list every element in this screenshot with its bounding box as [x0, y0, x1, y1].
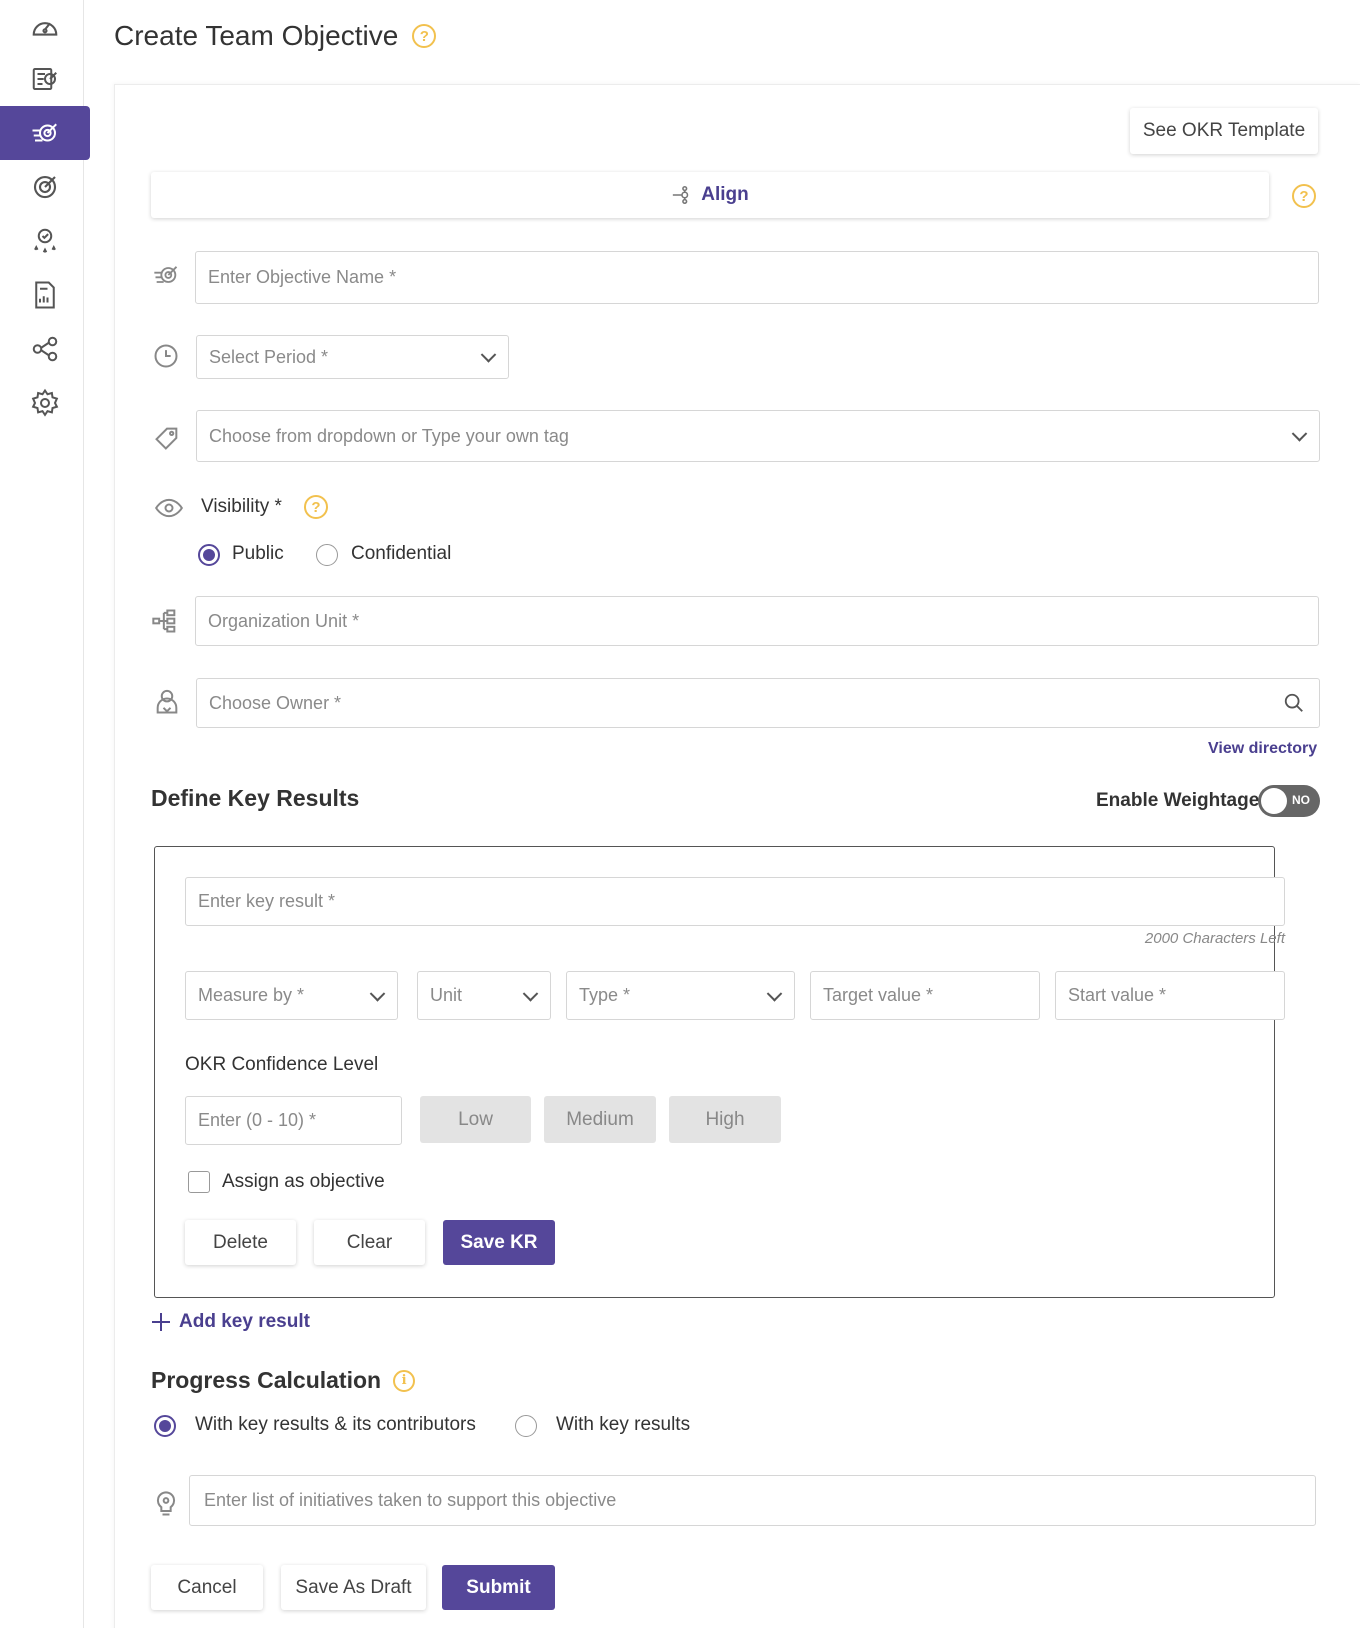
confidence-medium-button[interactable]: Medium [544, 1096, 656, 1143]
chevron-down-icon [369, 985, 386, 1002]
nav-target[interactable] [0, 160, 90, 214]
weightage-toggle[interactable]: NO [1258, 785, 1320, 817]
team-objective-icon [154, 266, 178, 283]
assign-objective-label: Assign as objective [222, 1171, 385, 1192]
period-row-icon [150, 340, 182, 372]
align-button[interactable]: Align [151, 172, 1269, 218]
chevron-down-icon [766, 985, 783, 1002]
see-okr-template-button[interactable]: See OKR Template [1130, 108, 1318, 154]
visibility-row-icon [153, 492, 185, 524]
save-draft-button[interactable]: Save As Draft [281, 1565, 426, 1610]
progress-kr-only-radio[interactable] [515, 1415, 537, 1437]
page-title-text: Create Team Objective [114, 20, 399, 51]
chevron-down-icon [1291, 426, 1308, 442]
help-icon[interactable]: ? [412, 24, 437, 48]
confidence-label: OKR Confidence Level [185, 1054, 379, 1075]
delete-kr-button[interactable]: Delete [185, 1220, 296, 1265]
badge-icon [34, 228, 56, 253]
tag-row-icon [151, 422, 183, 454]
visibility-confidential-radio[interactable] [316, 544, 338, 566]
characters-left: 2000 Characters Left [1144, 930, 1285, 947]
add-key-result-label: Add key result [179, 1311, 310, 1332]
org-tree-icon [152, 609, 176, 633]
clock-icon [154, 344, 178, 368]
progress-heading: Progress Calculation [151, 1367, 382, 1393]
objective-row-icon [150, 259, 182, 291]
key-result-input[interactable]: Enter key result * [185, 877, 1285, 926]
measure-by-select[interactable]: Measure by * [185, 971, 398, 1020]
unit-value: Unit [430, 985, 463, 1005]
org-unit-row-icon [149, 605, 181, 637]
add-key-result-link[interactable]: Add key result [151, 1311, 310, 1333]
save-kr-button[interactable]: Save KR [443, 1220, 555, 1265]
share-nodes-icon [32, 336, 58, 362]
align-help-icon[interactable]: ? [1292, 184, 1316, 208]
unit-select[interactable]: Unit [417, 971, 551, 1020]
nav-reports[interactable] [0, 268, 90, 322]
report-icon [35, 281, 55, 309]
target-icon [33, 175, 57, 199]
weightage-label: Enable Weightage [1096, 790, 1260, 811]
nav-objectives[interactable] [0, 52, 90, 106]
tag-select[interactable]: Choose from dropdown or Type your own ta… [196, 410, 1320, 462]
gear-icon [31, 388, 59, 417]
search-icon[interactable] [1283, 692, 1305, 714]
period-select-value: Select Period * [209, 346, 329, 367]
team-objective-icon [32, 123, 57, 142]
plus-icon [152, 1313, 170, 1331]
initiatives-input[interactable]: Enter list of initiatives taken to suppo… [189, 1475, 1316, 1526]
submit-button[interactable]: Submit [442, 1565, 555, 1610]
progress-contributors-radio[interactable] [154, 1415, 176, 1437]
type-value: Type * [579, 985, 631, 1005]
chevron-down-icon [480, 347, 497, 363]
period-select[interactable]: Select Period * [196, 335, 509, 379]
align-icon [673, 185, 689, 205]
progress-contributors-label: With key results & its contributors [195, 1414, 476, 1435]
org-unit-input[interactable]: Organization Unit * [195, 596, 1319, 646]
user-icon [156, 689, 178, 714]
eye-icon [155, 498, 183, 518]
visibility-confidential-label: Confidential [351, 543, 452, 564]
info-icon[interactable]: i [393, 1369, 416, 1392]
confidence-low-button[interactable]: Low [420, 1096, 531, 1143]
clear-kr-button[interactable]: Clear [314, 1220, 425, 1265]
assign-objective-checkbox[interactable] [188, 1171, 210, 1193]
type-select[interactable]: Type * [566, 971, 795, 1020]
measure-by-value: Measure by * [198, 985, 305, 1005]
key-results-heading: Define Key Results [151, 785, 360, 811]
dashboard-icon [32, 22, 58, 36]
nav-team-objectives[interactable] [0, 106, 90, 160]
sidebar [0, 0, 90, 1628]
initiatives-row-icon [150, 1488, 182, 1520]
tag-icon [155, 427, 178, 450]
owner-row-icon [151, 686, 183, 718]
owner-input[interactable]: Choose Owner * [196, 678, 1320, 728]
confidence-high-button[interactable]: High [669, 1096, 781, 1143]
view-directory-link[interactable]: View directory [1208, 740, 1317, 758]
weightage-toggle-text: NO [1292, 793, 1310, 807]
nav-dashboard[interactable] [0, 0, 90, 54]
page-title: Create Team Objective ? [114, 20, 437, 52]
owner-placeholder: Choose Owner * [209, 692, 342, 713]
align-label: Align [701, 184, 749, 205]
nav-recognition[interactable] [0, 214, 90, 268]
progress-kr-only-label: With key results [556, 1414, 691, 1435]
tag-select-value: Choose from dropdown or Type your own ta… [209, 425, 569, 446]
start-value-input[interactable]: Start value * [1055, 971, 1285, 1020]
visibility-label: Visibility * [201, 496, 282, 517]
visibility-help-icon[interactable]: ? [304, 495, 328, 519]
objectives-icon [32, 68, 57, 90]
confidence-input[interactable]: Enter (0 - 10) * [185, 1096, 402, 1145]
progress-heading-row: Progress Calculation i [151, 1367, 416, 1394]
visibility-public-label: Public [232, 543, 284, 564]
toggle-knob [1261, 788, 1287, 814]
objective-name-input[interactable]: Enter Objective Name * [195, 251, 1319, 304]
nav-settings[interactable] [0, 376, 90, 430]
cancel-button[interactable]: Cancel [151, 1565, 263, 1610]
visibility-public-radio[interactable] [198, 544, 220, 566]
nav-alignment[interactable] [0, 322, 90, 376]
chevron-down-icon [522, 985, 539, 1002]
lightbulb-icon [156, 1491, 176, 1516]
target-value-input[interactable]: Target value * [810, 971, 1040, 1020]
